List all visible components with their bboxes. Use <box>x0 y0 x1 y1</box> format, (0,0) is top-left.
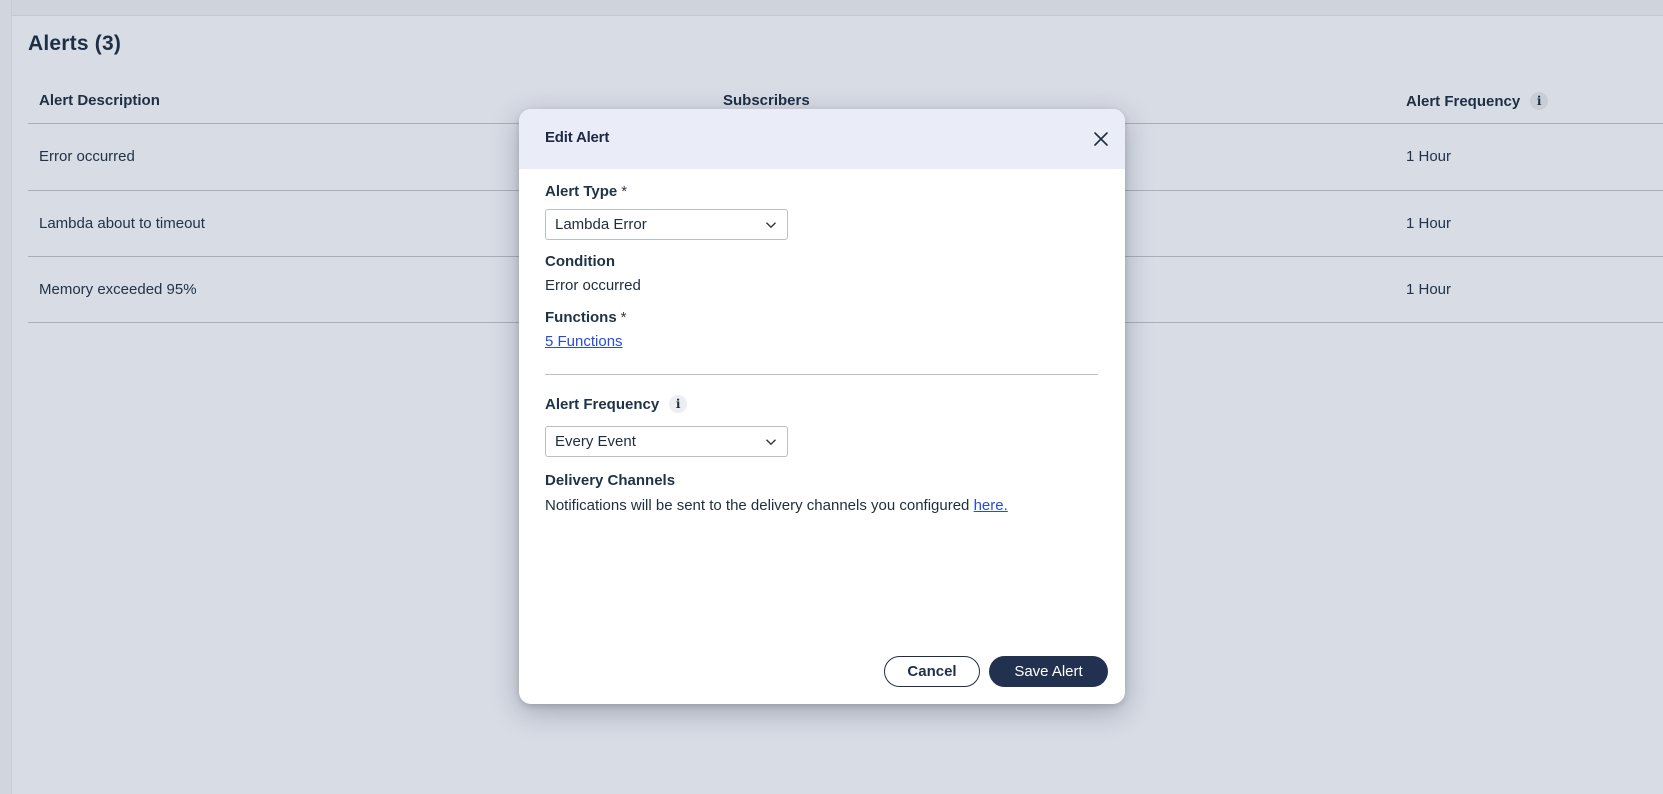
header-label: Subscribers <box>723 92 810 109</box>
close-button[interactable] <box>1091 129 1111 149</box>
row-description: Error occurred <box>39 148 135 165</box>
edit-alert-modal: Edit Alert Alert Type * Lambda Error Con… <box>519 109 1125 704</box>
info-icon[interactable]: i <box>1530 92 1549 110</box>
row-description: Memory exceeded 95% <box>39 281 197 298</box>
functions-link[interactable]: 5 Functions <box>545 333 623 350</box>
alert-frequency-select[interactable]: Every Event <box>545 426 788 457</box>
chevron-down-icon <box>766 222 776 229</box>
header-label: Alert Description <box>39 92 160 109</box>
functions-link-wrap: 5 Functions <box>545 333 623 350</box>
label-text: Delivery Channels <box>545 472 676 489</box>
info-icon[interactable]: i <box>669 395 688 413</box>
page-title: Alerts (3) <box>28 32 122 55</box>
delivery-description: Notifications will be sent to the delive… <box>545 497 974 514</box>
chevron-down-icon <box>766 439 776 446</box>
modal-title: Edit Alert <box>545 129 610 146</box>
row-description: Lambda about to timeout <box>39 215 205 232</box>
modal-header: Edit Alert <box>519 109 1125 169</box>
delivery-channels-link[interactable]: here. <box>974 497 1008 514</box>
label-text: Alert Frequency <box>545 395 660 413</box>
cancel-button[interactable]: Cancel <box>884 656 980 687</box>
condition-label: Condition <box>545 253 615 270</box>
label-text: Functions <box>545 309 617 326</box>
delivery-channels-text: Notifications will be sent to the delive… <box>545 497 1008 514</box>
row-frequency: 1 Hour <box>1406 148 1452 165</box>
section-divider <box>545 374 1098 375</box>
left-sidebar-edge <box>0 0 12 794</box>
label-text: Condition <box>545 253 615 270</box>
row-frequency: 1 Hour <box>1406 215 1452 232</box>
close-icon <box>1094 132 1108 146</box>
alert-frequency-label: Alert Frequency i <box>545 395 688 413</box>
select-value: Every Event <box>555 433 636 450</box>
required-mark: * <box>620 309 627 326</box>
functions-label: Functions * <box>545 309 627 326</box>
alert-type-select[interactable]: Lambda Error <box>545 209 788 240</box>
header-subscribers: Subscribers <box>723 92 810 109</box>
select-value: Lambda Error <box>555 216 647 233</box>
delivery-channels-label: Delivery Channels <box>545 472 675 489</box>
header-alert-description: Alert Description <box>39 92 160 109</box>
header-alert-frequency: Alert Frequency i <box>1406 92 1549 110</box>
header-label: Alert Frequency <box>1406 92 1521 110</box>
condition-value: Error occurred <box>545 277 641 294</box>
alert-type-label: Alert Type * <box>545 183 627 200</box>
row-frequency: 1 Hour <box>1406 281 1452 298</box>
required-mark: * <box>621 183 628 200</box>
label-text: Alert Type <box>545 183 618 200</box>
top-header-band <box>12 0 1663 16</box>
save-alert-button[interactable]: Save Alert <box>989 656 1108 687</box>
